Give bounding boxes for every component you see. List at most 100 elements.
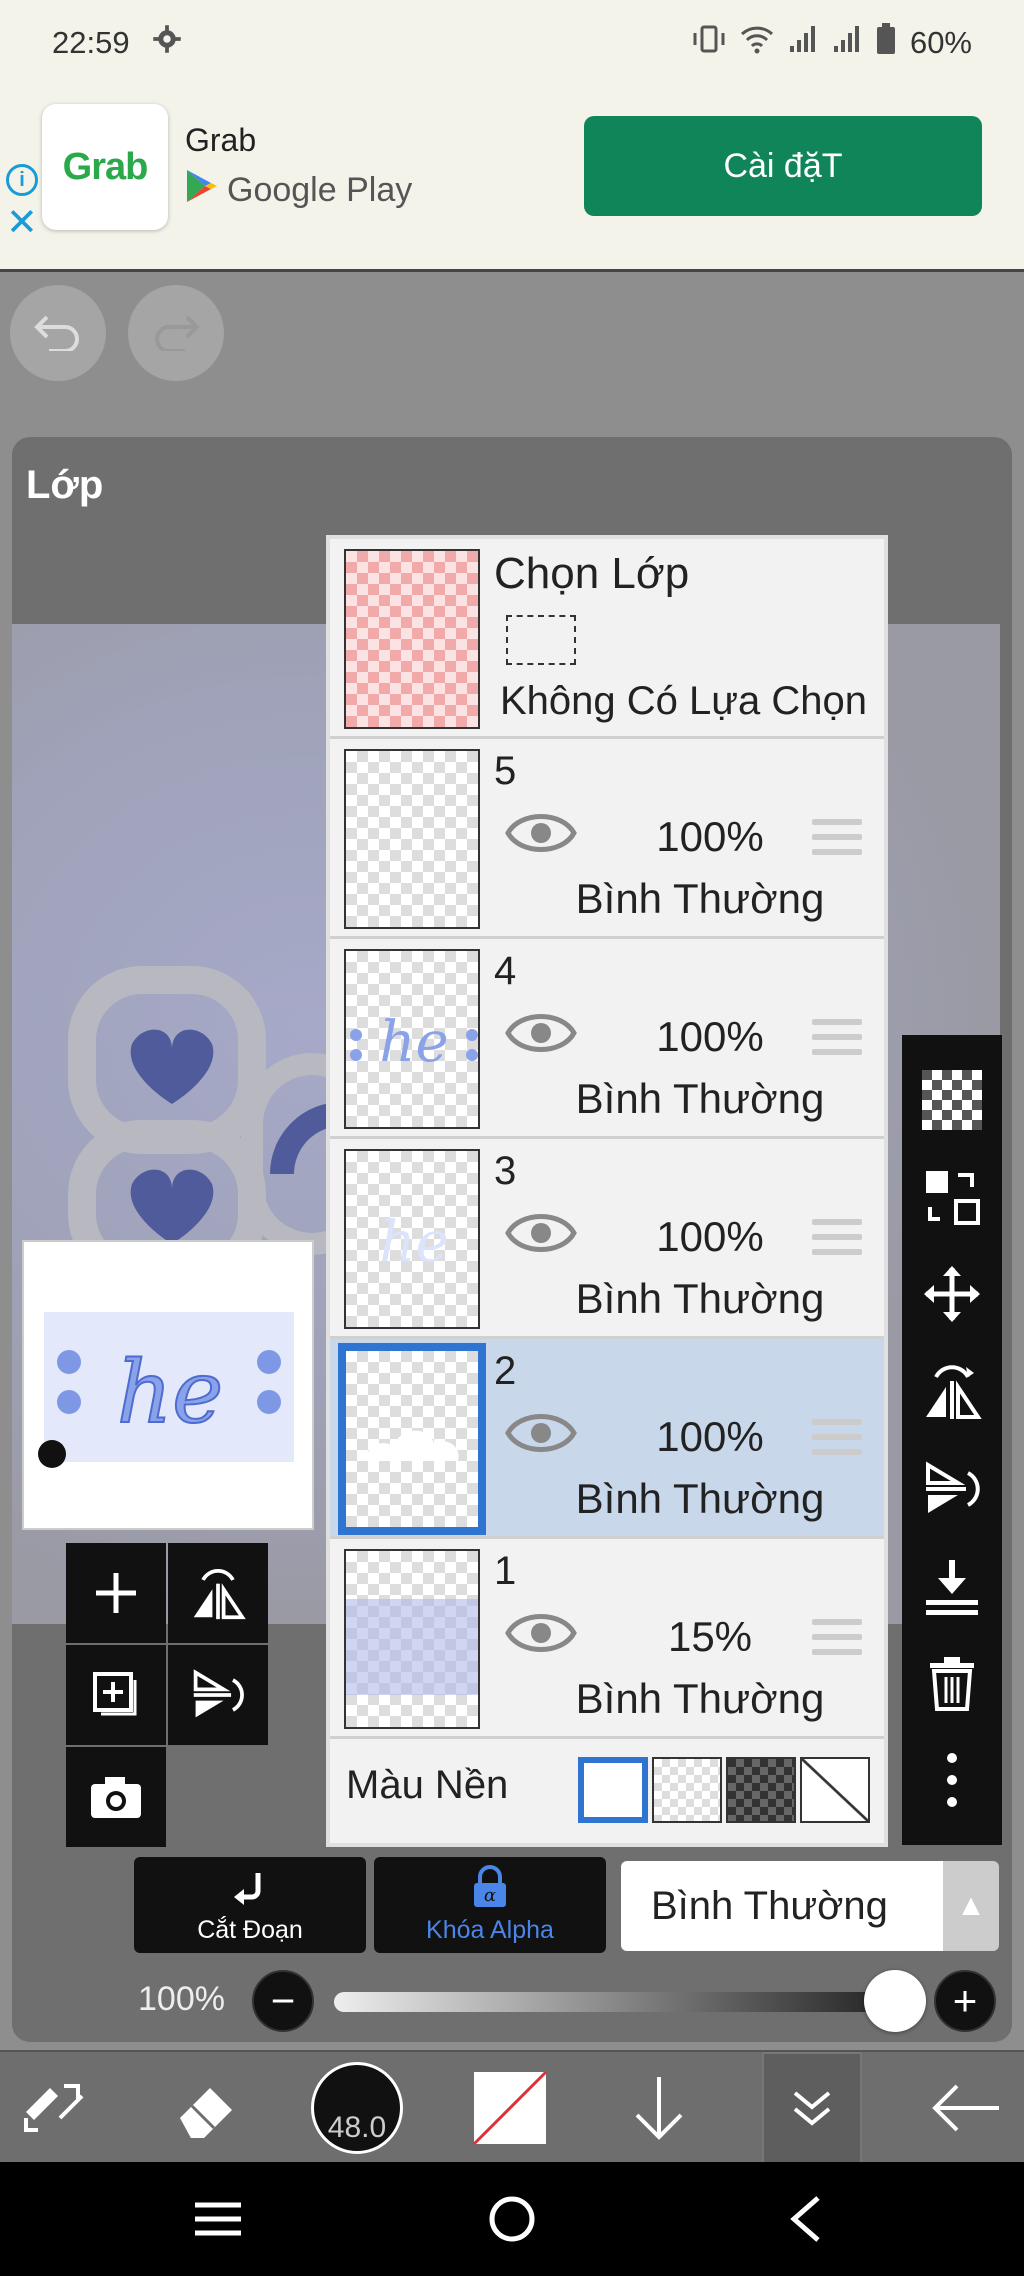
selection-marquee-icon — [506, 615, 576, 665]
flip-vertical-icon[interactable] — [920, 1457, 984, 1521]
opacity-value: 100% — [138, 1980, 225, 2018]
layer-row[interactable]: 5 100% Bình Thường — [330, 739, 884, 939]
layer-row[interactable]: 1 15% Bình Thường — [330, 1539, 884, 1739]
layer-opacity: 100% — [656, 1213, 764, 1260]
layer-number: 5 — [494, 749, 517, 793]
visibility-eye-icon[interactable] — [504, 1011, 578, 1055]
drag-handle-icon[interactable] — [812, 1019, 862, 1055]
drag-handle-icon[interactable] — [812, 819, 862, 855]
battery-percent: 60% — [909, 25, 972, 60]
layer-thumbnail: he — [344, 1149, 480, 1329]
transform-tool-icon[interactable] — [0, 2052, 110, 2164]
layer-blend-mode: Bình Thường — [575, 1675, 825, 1722]
layer-opacity: 15% — [667, 1613, 753, 1660]
ad-close-icon[interactable]: ✕ — [6, 204, 38, 242]
recent-apps-icon[interactable] — [158, 2162, 278, 2276]
visibility-eye-icon[interactable] — [504, 1411, 578, 1455]
camera-icon[interactable] — [66, 1747, 166, 1847]
ad-store: Google Play — [185, 168, 412, 213]
vibrate-icon — [692, 24, 726, 62]
layer-number: 2 — [494, 1349, 517, 1393]
status-bar: 22:59 60% — [0, 0, 1024, 86]
redo-icon — [151, 311, 201, 356]
transform-icon[interactable] — [920, 1165, 984, 1229]
drag-handle-icon[interactable] — [812, 1219, 862, 1255]
battery-icon — [876, 23, 896, 63]
bg-dark-swatch[interactable] — [726, 1757, 796, 1823]
background-label: Màu Nền — [346, 1763, 509, 1807]
clip-arrow-icon — [230, 1869, 270, 1916]
layer-blend-mode: Bình Thường — [575, 1475, 825, 1522]
opacity-decrease-button[interactable]: − — [252, 1970, 314, 2032]
selection-layer-row[interactable]: Chọn Lớp Không Có Lựa Chọn — [330, 539, 884, 739]
layer-thumbnail: he — [344, 949, 480, 1129]
bg-transparent-swatch[interactable] — [652, 1757, 722, 1823]
merge-down-icon[interactable] — [920, 1554, 984, 1618]
background-color-row: Màu Nền — [330, 1739, 884, 1839]
redo-button[interactable] — [128, 285, 224, 381]
layer-list: Chọn Lớp Không Có Lựa Chọn 5 100% Bình T… — [326, 535, 888, 1847]
layer-blend-mode: Bình Thường — [575, 875, 825, 922]
trash-icon[interactable] — [920, 1651, 984, 1715]
opacity-row: 100% − + — [0, 1970, 1024, 2032]
bottom-toolbar: 48.0 — [0, 2050, 1024, 2164]
flip-layer-h-icon[interactable] — [168, 1543, 268, 1643]
drag-handle-icon[interactable] — [812, 1419, 862, 1455]
wifi-icon — [740, 24, 774, 62]
checker-icon[interactable] — [920, 1068, 984, 1132]
layer-opacity: 100% — [656, 1013, 764, 1060]
panel-title: Lớp — [26, 463, 104, 507]
preview-artwork: he — [38, 1312, 294, 1468]
drag-handle-icon[interactable] — [812, 1619, 862, 1655]
home-icon[interactable] — [452, 2162, 572, 2276]
visibility-eye-icon[interactable] — [504, 1211, 578, 1255]
blend-mode-dropdown-icon[interactable]: ▲ — [943, 1861, 999, 1951]
visibility-eye-icon[interactable] — [504, 1611, 578, 1655]
clipping-button[interactable]: Cắt Đoạn — [134, 1857, 366, 1953]
flip-horizontal-icon[interactable] — [920, 1359, 984, 1423]
layer-row[interactable]: he 3 100% Bình Thường — [330, 1139, 884, 1339]
selection-thumbnail — [344, 549, 480, 729]
color-swatch-button[interactable] — [455, 2052, 565, 2164]
undo-button[interactable] — [10, 285, 106, 381]
layer-blend-mode: Bình Thường — [575, 1075, 825, 1122]
add-layer-icon[interactable] — [66, 1543, 166, 1643]
selection-subtitle: Không Có Lựa Chọn — [500, 679, 868, 723]
install-button[interactable]: Cài đặT — [584, 116, 982, 216]
layers-button[interactable] — [762, 2052, 862, 2164]
google-play-icon — [185, 168, 219, 213]
status-time: 22:59 — [52, 25, 130, 60]
opacity-slider-knob[interactable] — [864, 1970, 926, 2032]
canvas-preview[interactable]: he — [22, 1240, 314, 1530]
layer-right-toolbar — [902, 1035, 1002, 1845]
blend-mode-select[interactable]: Bình Thường — [621, 1861, 943, 1951]
layer-row[interactable]: he 4 100% Bình Thường — [330, 939, 884, 1139]
eraser-icon[interactable] — [152, 2052, 262, 2164]
layer-number: 4 — [494, 949, 517, 993]
bg-white-swatch[interactable] — [578, 1757, 648, 1823]
alpha-lock-button[interactable]: α Khóa Alpha — [374, 1857, 606, 1953]
ad-app-name: Grab — [185, 122, 257, 158]
opacity-slider[interactable] — [334, 1992, 894, 2012]
back-arrow-icon[interactable] — [910, 2052, 1020, 2164]
ad-info-icon[interactable]: i — [6, 164, 38, 196]
layer-row-selected[interactable]: 2 100% Bình Thường — [330, 1339, 884, 1539]
nav-back-icon[interactable] — [746, 2162, 866, 2276]
add-copy-icon[interactable] — [66, 1645, 166, 1745]
ad-banner[interactable]: i ✕ Grab Grab Google Play Cài đặT — [0, 86, 1024, 272]
blend-mode-value: Bình Thường — [651, 1883, 888, 1928]
layer-thumbnail — [344, 749, 480, 929]
down-arrow-icon[interactable] — [604, 2052, 714, 2164]
selection-title: Chọn Lớp — [494, 549, 690, 598]
flip-layer-v-icon[interactable] — [168, 1645, 268, 1745]
opacity-increase-button[interactable]: + — [934, 1970, 996, 2032]
layer-number: 3 — [494, 1149, 517, 1193]
visibility-eye-icon[interactable] — [504, 811, 578, 855]
layer-opacity: 100% — [656, 1413, 764, 1460]
more-icon[interactable] — [920, 1748, 984, 1812]
bg-none-swatch[interactable] — [800, 1757, 870, 1823]
brush-size-button[interactable]: 48.0 — [302, 2052, 412, 2164]
signal-icon — [788, 24, 818, 62]
alpha-lock-icon: α — [470, 1865, 510, 1916]
move-icon[interactable] — [920, 1262, 984, 1326]
